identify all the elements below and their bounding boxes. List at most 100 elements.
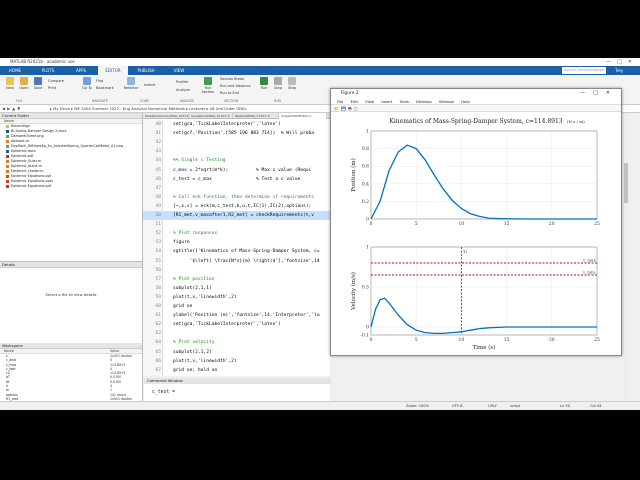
- tab-plots[interactable]: PLOTS: [33, 66, 63, 75]
- status-col: Col 44: [590, 404, 602, 408]
- line-text: % Plot position: [173, 276, 215, 282]
- editor-tab[interactable]: WeedCatPWA_07207.m: [233, 113, 279, 119]
- tab-view[interactable]: VIEW: [164, 66, 194, 75]
- code-line[interactable]: 44 %% Single c Testing: [143, 156, 330, 165]
- menu-tools[interactable]: Tools: [400, 98, 409, 105]
- code-line[interactable]: 50 [R1_met,v_maxafter1,R2_met] = checkReq…: [143, 211, 330, 220]
- details-message: Select a file to view details: [45, 292, 97, 297]
- stop-button[interactable]: Stop: [286, 77, 298, 90]
- x-tick-label: 5: [415, 337, 418, 343]
- code-line[interactable]: 64 % Plot velocity: [143, 338, 330, 347]
- refactor-button[interactable]: Refactor: [122, 77, 140, 90]
- code-line[interactable]: 57 % Plot position: [143, 275, 330, 284]
- img-file-icon: [6, 134, 9, 138]
- code-line[interactable]: 42: [143, 138, 330, 147]
- editor-tab[interactable]: TasksDistributionPWA_07212.m: [143, 113, 189, 119]
- editor-tab[interactable]: SeriesRootsPWA_07207.m: [189, 113, 233, 119]
- y-tick-label: 0: [366, 217, 369, 223]
- code-line[interactable]: 43: [143, 147, 330, 156]
- line-number: 63: [155, 331, 161, 337]
- code-line[interactable]: 56: [143, 266, 330, 275]
- code-line[interactable]: 49 [~,x,v] = eck(m,c_test,k,u,t,IC(1),IC(…: [143, 202, 330, 211]
- code-line[interactable]: 52 % Plot responses: [143, 229, 330, 238]
- menu-edit[interactable]: Edit: [351, 98, 358, 105]
- goto-button[interactable]: Go To: [80, 77, 94, 90]
- workspace-panel: Workspace Name Value c 1x451 double c_anal…: [0, 343, 142, 410]
- menu-file[interactable]: File: [337, 98, 343, 105]
- refactor-icon: [127, 77, 135, 85]
- code-line[interactable]: 47: [143, 184, 330, 193]
- code-line[interactable]: 62 set(gca,'TickLabelInterpreter','latex'…: [143, 320, 330, 329]
- code-line[interactable]: 54 sgtitle(['Kinematics of Mass-Spring-Da…: [143, 247, 330, 256]
- window-controls[interactable]: —□✕: [606, 58, 638, 66]
- line-number: 52: [155, 231, 161, 237]
- nav-arrows-icon[interactable]: ◀▶▲▼: [2, 105, 22, 113]
- print-button[interactable]: Print: [48, 86, 72, 90]
- bookmark-button[interactable]: Bookmark: [96, 86, 118, 90]
- file-name: Epidemic_reader.m: [11, 169, 44, 173]
- menu-view[interactable]: View: [365, 98, 374, 105]
- open-button[interactable]: Open: [18, 77, 30, 90]
- user-menu[interactable]: Trey: [615, 66, 623, 75]
- save-button[interactable]: Save: [32, 77, 44, 90]
- code-line[interactable]: 61 ylabel('Position (m)','fontsize',14,'I…: [143, 311, 330, 320]
- workspace-name-column[interactable]: Name: [4, 349, 14, 353]
- code-line[interactable]: 53 figure: [143, 238, 330, 247]
- y-tick-label: 0.5: [362, 285, 369, 291]
- run-section-button[interactable]: Run Section: [200, 77, 216, 94]
- file-list-item[interactable]: Epidemic Equations.pdf: [0, 184, 142, 189]
- new-button[interactable]: New: [4, 77, 16, 90]
- analyze-button[interactable]: Analyze: [176, 88, 198, 92]
- menu-desktop[interactable]: Desktop: [416, 98, 432, 105]
- menu-help[interactable]: Help: [461, 98, 470, 105]
- code-line[interactable]: 67 grid on; hold on: [143, 366, 330, 375]
- figure-sgtitle-units: (N·s / m): [567, 119, 585, 124]
- menu-window[interactable]: Window: [439, 98, 454, 105]
- x-tick-label: 25: [594, 337, 600, 343]
- figure-toolbar[interactable]: 📂💾🖶□: [331, 105, 621, 112]
- run-to-end-button[interactable]: Run to End: [220, 91, 254, 95]
- code-line[interactable]: 51: [143, 220, 330, 229]
- scroll-thumb[interactable]: [624, 163, 628, 203]
- code-line[interactable]: 41 set(gcf,'Position',[585 196 883 714]) …: [143, 129, 330, 138]
- tab-home[interactable]: HOME: [0, 66, 30, 75]
- code-line[interactable]: 46 c_test = c_max % Test a c value: [143, 175, 330, 184]
- figure-plot-area: Kinematics of Mass-Spring-Damper System,…: [350, 118, 600, 351]
- step-button[interactable]: Step: [272, 77, 284, 90]
- code-line[interactable]: 60 grid on: [143, 302, 330, 311]
- line-number: 59: [155, 294, 161, 300]
- indent-button[interactable]: Indent: [144, 83, 164, 87]
- code-line[interactable]: 58 subplot(2,1,1): [143, 284, 330, 293]
- code-line[interactable]: 45 c_max = 2*sqrt(m*k); % Max c value (Re…: [143, 166, 330, 175]
- code-line[interactable]: 63: [143, 329, 330, 338]
- search-documentation-input[interactable]: Search Documentation: [562, 67, 606, 74]
- tab-editor[interactable]: EDITOR: [98, 66, 128, 75]
- code-line[interactable]: 55 '$\left( \frac{N*s}{m} \right)$'],'fo…: [143, 257, 330, 266]
- code-line[interactable]: 48 % Call eck function, then determine if…: [143, 193, 330, 202]
- profiler-button[interactable]: Profiler: [176, 80, 198, 84]
- menu-insert[interactable]: Insert: [381, 98, 392, 105]
- line-text: ylabel('Position (m)','fontsize',14,'Int…: [173, 313, 320, 319]
- tab-publish[interactable]: PUBLISH: [131, 66, 161, 75]
- name-column-header[interactable]: Name: [0, 119, 142, 124]
- compare-button[interactable]: Compare: [48, 79, 72, 83]
- code-line[interactable]: 65 subplot(2,1,2): [143, 348, 330, 357]
- line-number: 53: [155, 240, 161, 246]
- editor-scrollbar[interactable]: [623, 113, 629, 401]
- tab-apps[interactable]: APPS: [66, 66, 96, 75]
- code-area[interactable]: 40 set(gca,'TickLabelInterpreter','latex'…: [143, 120, 330, 376]
- run-and-advance-button[interactable]: Run and Advance: [220, 84, 254, 88]
- group-code-label: CODE: [140, 99, 150, 103]
- section-break-button[interactable]: Section Break: [220, 77, 254, 81]
- y-tick-label: 1: [366, 129, 369, 135]
- code-line[interactable]: 66 plot(t,v,'linewidth',2): [143, 357, 330, 366]
- code-line[interactable]: 40 set(gca,'TickLabelInterpreter','latex'…: [143, 120, 330, 129]
- code-line[interactable]: 59 plot(t,x,'linewidth',2): [143, 293, 330, 302]
- run-button[interactable]: Run: [258, 77, 270, 90]
- figure-window-controls[interactable]: —□✕: [580, 89, 618, 98]
- find-button[interactable]: Find: [96, 79, 118, 83]
- line-number: 49: [155, 203, 161, 209]
- x-axis-label: Time (s): [473, 344, 496, 351]
- details-panel: Details Select a file to view details: [0, 261, 142, 343]
- editor-tab-active[interactable]: ImageOfODEHW3.m: [279, 113, 327, 119]
